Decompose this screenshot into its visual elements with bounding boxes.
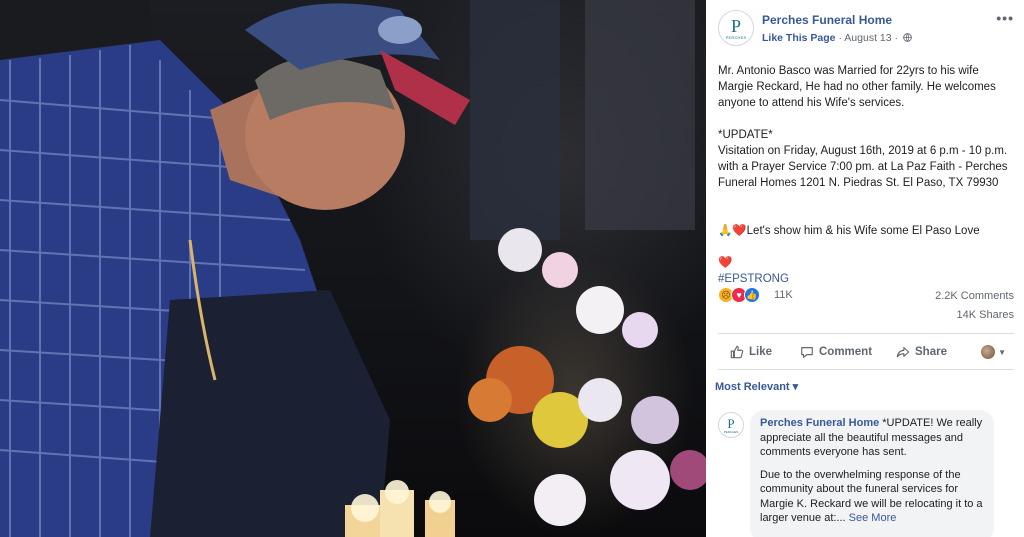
commenter-logo-text: PERCHES: [723, 429, 739, 434]
comment-bubble-icon: [801, 347, 813, 358]
divider: [718, 333, 1014, 334]
comment-filter-dropdown[interactable]: Most Relevant ▾: [715, 380, 798, 393]
post-date-link[interactable]: August 13: [844, 32, 891, 44]
comments-count-link[interactable]: 2.2K Comments: [935, 290, 1014, 302]
commenter-logo-letter: P: [727, 415, 735, 431]
share-label: Share: [915, 346, 947, 358]
vigil-photo-illustration: [0, 0, 706, 537]
post-actions: Like Comment Share ▼: [718, 338, 1014, 366]
globe-icon: [903, 33, 912, 42]
avatar-logo-letter: P: [730, 15, 741, 36]
reaction-count[interactable]: 11K: [774, 289, 793, 301]
comment-paragraph-1: Perches Funeral Home *UPDATE! We really …: [760, 416, 984, 460]
divider: [718, 369, 1014, 370]
comment-button[interactable]: Comment: [800, 338, 872, 366]
user-avatar: [981, 345, 996, 359]
post-love-text: Let's show him & his Wife some El Paso L…: [746, 225, 980, 237]
heart-emoji-2: ❤️: [718, 257, 733, 269]
caret-down-icon: ▼: [998, 347, 1006, 357]
post-meta: Like This Page · August 13 ·: [762, 32, 912, 44]
more-options-icon[interactable]: •••: [996, 10, 1014, 26]
post-header: P PERCHES Perches Funeral Home Like This…: [718, 8, 1014, 52]
like-page-link[interactable]: Like This Page: [762, 32, 836, 44]
hashtag-link[interactable]: #EPSTRONG: [718, 273, 789, 285]
see-more-link[interactable]: See More: [849, 512, 897, 524]
page-name-link[interactable]: Perches Funeral Home: [762, 13, 892, 27]
facebook-post-panel: P PERCHES Perches Funeral Home Like This…: [706, 0, 1024, 537]
post-paragraph-2: *UPDATE* Visitation on Friday, August 16…: [718, 129, 1008, 189]
comment-bubble: Perches Funeral Home *UPDATE! We really …: [750, 410, 994, 537]
reactions-summary: ☹ ♥ 👍 11K 2.2K Comments 14K Shares: [718, 287, 1014, 321]
meta-separator-2: ·: [894, 32, 899, 44]
reaction-icons[interactable]: ☹ ♥ 👍: [718, 287, 760, 305]
share-button[interactable]: Share: [896, 338, 947, 366]
post-photo[interactable]: [0, 0, 706, 537]
pray-emoji: 🙏: [718, 225, 733, 237]
thumbs-up-icon: [730, 345, 744, 359]
like-button[interactable]: Like: [730, 338, 772, 366]
react-as-selector[interactable]: ▼: [981, 338, 1006, 366]
heart-emoji: ❤️: [732, 225, 747, 237]
commenter-avatar[interactable]: P PERCHES: [718, 412, 744, 438]
comment-label: Comment: [819, 346, 873, 358]
comment-author-link[interactable]: Perches Funeral Home: [760, 417, 879, 429]
share-arrow-icon: [896, 347, 910, 358]
meta-separator: ·: [838, 32, 842, 44]
shares-count-link[interactable]: 14K Shares: [957, 309, 1014, 321]
like-label: Like: [749, 346, 773, 358]
post-paragraph-1: Mr. Antonio Basco was Married for 22yrs …: [718, 65, 996, 109]
comment-paragraph-2: Due to the overwhelming response of the …: [760, 468, 984, 526]
avatar-logo-text: PERCHES: [725, 34, 747, 40]
like-reaction-icon: 👍: [744, 287, 760, 303]
post-paragraph-3: 🙏❤️Let's show him & his Wife some El Pas…: [718, 207, 1014, 287]
page-avatar[interactable]: P PERCHES: [718, 10, 754, 46]
post-text: Mr. Antonio Basco was Married for 22yrs …: [718, 63, 1014, 303]
